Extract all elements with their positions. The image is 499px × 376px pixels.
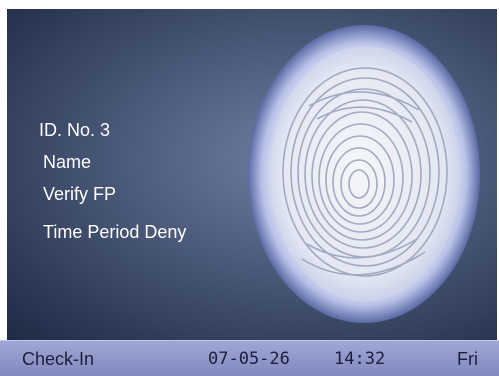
time-display: 14:32 [334,349,386,369]
status-bar: Check-In 07-05-26 14:32 Fri [0,340,499,376]
device-frame: ID. No. 3 Name Verify FP Time Period Den… [0,0,499,376]
id-number-line: ID. No. 3 [39,120,111,140]
verify-method-line: Verify FP [43,184,117,204]
attendance-mode-label: Check-In [22,349,95,369]
name-label: Name [43,152,92,172]
fingerprint-icon [247,24,482,324]
time-period-deny-message: Time Period Deny [43,222,187,242]
weekday-display: Fri [457,349,478,369]
lcd-screen: ID. No. 3 Name Verify FP Time Period Den… [7,9,497,340]
date-display: 07-05-26 [208,349,290,369]
